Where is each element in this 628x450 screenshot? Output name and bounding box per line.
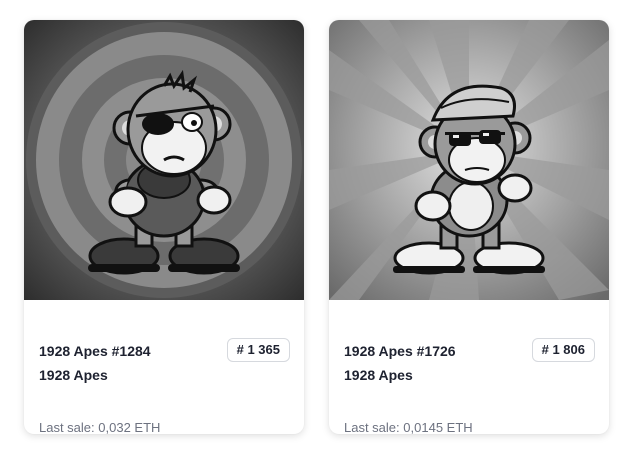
nft-title[interactable]: 1928 Apes #1726 bbox=[344, 343, 456, 359]
card-info: 1928 Apes #1284 1928 Apes # 1 365 Last s… bbox=[24, 300, 304, 434]
collection-name[interactable]: 1928 Apes bbox=[344, 367, 413, 383]
nft-card[interactable]: 1928 Apes #1726 1928 Apes # 1 806 Last s… bbox=[329, 20, 609, 434]
last-sale-value: 0,0145 ETH bbox=[403, 420, 473, 434]
nft-image[interactable] bbox=[329, 20, 609, 300]
last-sale-label: Last sale: bbox=[344, 420, 400, 434]
nft-image[interactable] bbox=[24, 20, 304, 300]
nft-card[interactable]: 1928 Apes #1284 1928 Apes # 1 365 Last s… bbox=[24, 20, 304, 434]
last-sale-value: 0,032 ETH bbox=[98, 420, 161, 434]
card-info: 1928 Apes #1726 1928 Apes # 1 806 Last s… bbox=[329, 300, 609, 434]
rank-badge: # 1 806 bbox=[531, 338, 595, 362]
last-sale-label: Last sale: bbox=[39, 420, 95, 434]
rank-badge: # 1 365 bbox=[226, 338, 290, 362]
collection-name[interactable]: 1928 Apes bbox=[39, 367, 108, 383]
last-sale: Last sale: 0,032 ETH bbox=[39, 420, 160, 434]
nft-title[interactable]: 1928 Apes #1284 bbox=[39, 343, 151, 359]
last-sale: Last sale: 0,0145 ETH bbox=[344, 420, 473, 434]
